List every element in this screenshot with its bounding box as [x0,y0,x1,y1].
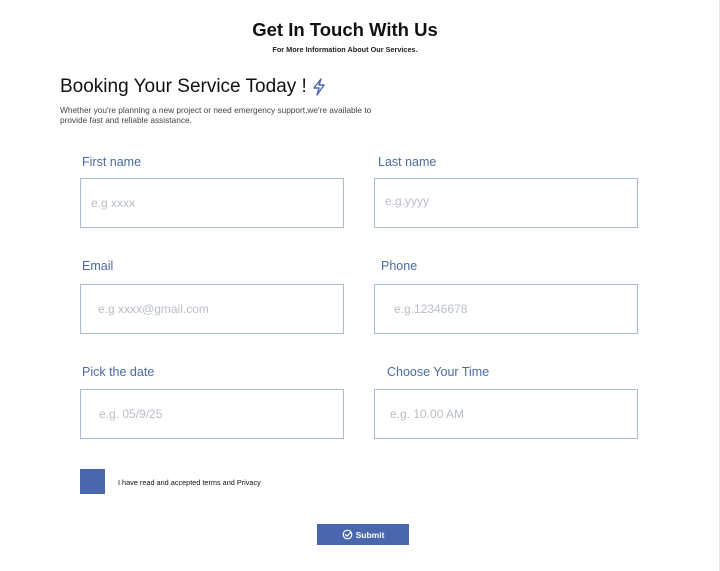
email-label: Email [82,259,114,273]
contact-page: Get In Touch With Us For More Informatio… [0,0,720,571]
submit-label: Submit [355,529,385,540]
last-name-input[interactable] [374,178,638,228]
date-input[interactable] [80,389,344,439]
terms-label: I have read and accepted terms and Priva… [118,478,261,487]
last-name-label: Last name [378,155,437,169]
section-title-text: Booking Your Service Today ! [60,76,307,97]
time-label: Choose Your Time [387,365,490,379]
section-title: Booking Your Service Today ! [60,76,326,98]
date-label: Pick the date [82,365,155,379]
time-input[interactable] [374,389,638,439]
submit-button[interactable]: Submit [317,524,409,545]
phone-label: Phone [381,259,418,273]
email-input[interactable] [80,284,344,334]
submit-check-icon [342,529,353,540]
first-name-label: First name [82,155,142,169]
first-name-input[interactable] [80,178,344,228]
lightning-bolt-icon [312,78,326,96]
page-title: Get In Touch With Us [252,19,438,40]
section-description: Whether you're planning a new project or… [60,105,372,125]
page-subtitle: For More Information About Our Services. [272,45,418,54]
terms-checkbox[interactable] [80,469,105,494]
phone-input[interactable] [374,284,638,334]
